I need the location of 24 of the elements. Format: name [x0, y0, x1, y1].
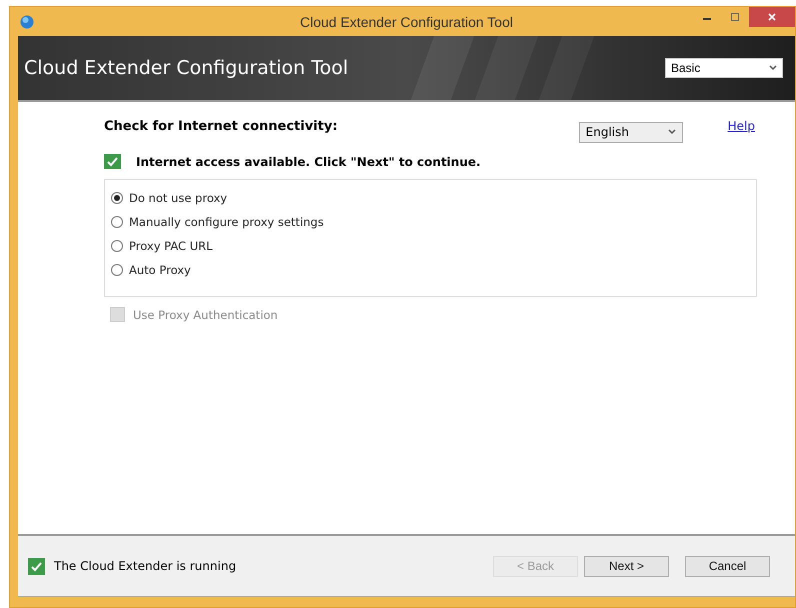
- radio-option[interactable]: Auto Proxy: [111, 258, 750, 282]
- wizard-button[interactable]: Cancel: [685, 556, 770, 576]
- window-title: Cloud Extender Configuration Tool: [299, 14, 514, 30]
- section-heading: Check for Internet connectivity:: [104, 118, 338, 134]
- chevron-icon: [769, 65, 777, 71]
- header-title: Cloud Extender Configuration Tool: [24, 57, 348, 79]
- maximize-icon: [730, 12, 740, 22]
- help-link[interactable]: Help: [728, 119, 755, 133]
- chevron-icon: [668, 129, 676, 135]
- radio-option[interactable]: Do not use proxy: [111, 186, 750, 210]
- radio-button[interactable]: [111, 192, 123, 204]
- globe-icon: [20, 14, 34, 28]
- close-button[interactable]: [749, 7, 795, 27]
- radio-option[interactable]: Manually configure proxy settings: [111, 210, 750, 234]
- language-dropdown[interactable]: English: [578, 122, 683, 142]
- radio-button[interactable]: [111, 216, 123, 228]
- radio-button[interactable]: [111, 240, 123, 252]
- radio-option[interactable]: Proxy PAC URL: [111, 234, 750, 258]
- close-icon: [767, 12, 777, 22]
- radio-button[interactable]: [111, 264, 123, 276]
- mode-dropdown[interactable]: Basic: [665, 58, 783, 78]
- wizard-button[interactable]: Next >: [584, 556, 669, 576]
- status-message: Internet access available. Click "Next" to continue.: [136, 154, 481, 168]
- footer-status: The Cloud Extender is running: [54, 559, 236, 573]
